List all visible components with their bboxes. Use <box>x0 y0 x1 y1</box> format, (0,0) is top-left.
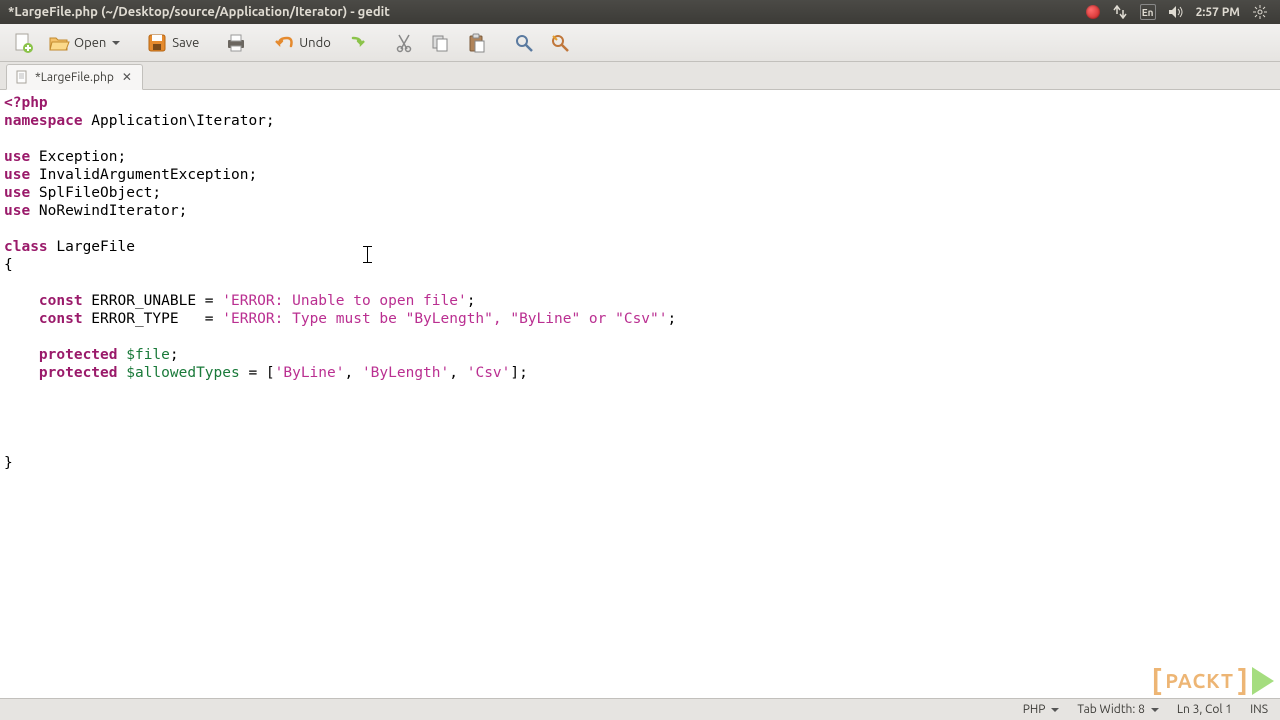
undo-icon <box>273 32 295 54</box>
keyboard-layout-icon[interactable]: En <box>1140 4 1156 20</box>
volume-icon[interactable] <box>1168 4 1184 20</box>
find-button[interactable] <box>507 29 541 57</box>
chevron-down-icon <box>1051 708 1059 712</box>
open-button[interactable]: Open <box>42 29 126 57</box>
settings-gear-icon[interactable] <box>1252 4 1268 20</box>
print-icon <box>225 32 247 54</box>
code-text: protected <box>39 365 118 381</box>
status-bar: PHP Tab Width: 8 Ln 3, Col 1 INS <box>0 698 1280 720</box>
text-cursor-icon <box>363 246 372 263</box>
find-replace-button[interactable] <box>543 29 577 57</box>
code-text: use <box>4 149 30 165</box>
document-tab[interactable]: *LargeFile.php ✕ <box>6 64 143 90</box>
open-label: Open <box>74 36 106 50</box>
open-folder-icon <box>48 32 70 54</box>
code-text: { <box>4 257 13 273</box>
code-text: 'Csv' <box>467 365 511 381</box>
code-text: } <box>4 455 13 471</box>
window-titlebar: *LargeFile.php (~/Desktop/source/Applica… <box>0 0 1280 24</box>
code-text: SplFileObject; <box>30 185 161 201</box>
code-text: LargeFile <box>48 239 135 255</box>
cut-button[interactable] <box>387 29 421 57</box>
copy-icon <box>429 32 451 54</box>
file-icon <box>15 70 29 84</box>
code-text: use <box>4 167 30 183</box>
code-text: Exception; <box>30 149 126 165</box>
code-text: ; <box>467 293 476 309</box>
redo-button[interactable] <box>339 29 373 57</box>
paste-icon <box>465 32 487 54</box>
code-text: ERROR_UNABLE = <box>83 293 223 309</box>
code-text: const <box>39 311 83 327</box>
code-text: InvalidArgumentException; <box>30 167 257 183</box>
code-text: ERROR_TYPE = <box>83 311 223 327</box>
code-text: 'ERROR: Type must be "ByLength", "ByLine… <box>222 311 667 327</box>
code-text: $file <box>118 347 170 363</box>
cut-icon <box>393 32 415 54</box>
window-title: *LargeFile.php (~/Desktop/source/Applica… <box>8 5 1086 19</box>
print-button[interactable] <box>219 29 253 57</box>
main-toolbar: Open Save Undo <box>0 24 1280 62</box>
open-dropdown-icon <box>112 41 120 45</box>
code-text: NoRewindIterator; <box>30 203 187 219</box>
language-selector[interactable]: PHP <box>1023 703 1060 716</box>
code-text: = [ <box>240 365 275 381</box>
language-label: PHP <box>1023 703 1046 716</box>
network-icon[interactable] <box>1112 4 1128 20</box>
tab-close-button[interactable]: ✕ <box>120 70 134 84</box>
code-text: 'ByLength' <box>362 365 449 381</box>
position-label: Ln 3, Col 1 <box>1177 703 1232 716</box>
new-file-icon <box>12 32 34 54</box>
code-text: <?php <box>4 95 48 111</box>
new-file-button[interactable] <box>6 29 40 57</box>
code-text: $allowedTypes <box>118 365 240 381</box>
undo-button[interactable]: Undo <box>267 29 337 57</box>
code-text: class <box>4 239 48 255</box>
code-text: Application\Iterator; <box>83 113 275 129</box>
undo-label: Undo <box>299 36 331 50</box>
tabwidth-label: Tab Width: 8 <box>1077 703 1144 716</box>
tabwidth-selector[interactable]: Tab Width: 8 <box>1077 703 1158 716</box>
save-icon <box>146 32 168 54</box>
code-text: , <box>344 365 361 381</box>
document-tabbar: *LargeFile.php ✕ <box>0 62 1280 90</box>
insert-mode-label: INS <box>1250 703 1268 716</box>
paste-button[interactable] <box>459 29 493 57</box>
tab-label: *LargeFile.php <box>35 71 114 84</box>
copy-button[interactable] <box>423 29 457 57</box>
code-text: namespace <box>4 113 83 129</box>
code-editor[interactable]: <?php namespace Application\Iterator; us… <box>0 90 1280 698</box>
clock[interactable]: 2:57 PM <box>1196 6 1240 19</box>
chevron-down-icon <box>1151 708 1159 712</box>
code-text: use <box>4 203 30 219</box>
cursor-position: Ln 3, Col 1 <box>1177 703 1232 716</box>
search-icon <box>513 32 535 54</box>
code-text: 'ERROR: Unable to open file' <box>222 293 466 309</box>
code-text: protected <box>39 347 118 363</box>
code-text: const <box>39 293 83 309</box>
code-text: ]; <box>510 365 527 381</box>
code-text: , <box>449 365 466 381</box>
record-indicator-icon[interactable] <box>1086 5 1100 19</box>
save-label: Save <box>172 36 199 50</box>
insert-mode[interactable]: INS <box>1250 703 1268 716</box>
system-tray: En 2:57 PM <box>1086 4 1272 20</box>
find-replace-icon <box>549 32 571 54</box>
save-button[interactable]: Save <box>140 29 205 57</box>
redo-icon <box>345 32 367 54</box>
code-text: ; <box>667 311 676 327</box>
code-text: ; <box>170 347 179 363</box>
code-text: use <box>4 185 30 201</box>
code-text: 'ByLine' <box>275 365 345 381</box>
